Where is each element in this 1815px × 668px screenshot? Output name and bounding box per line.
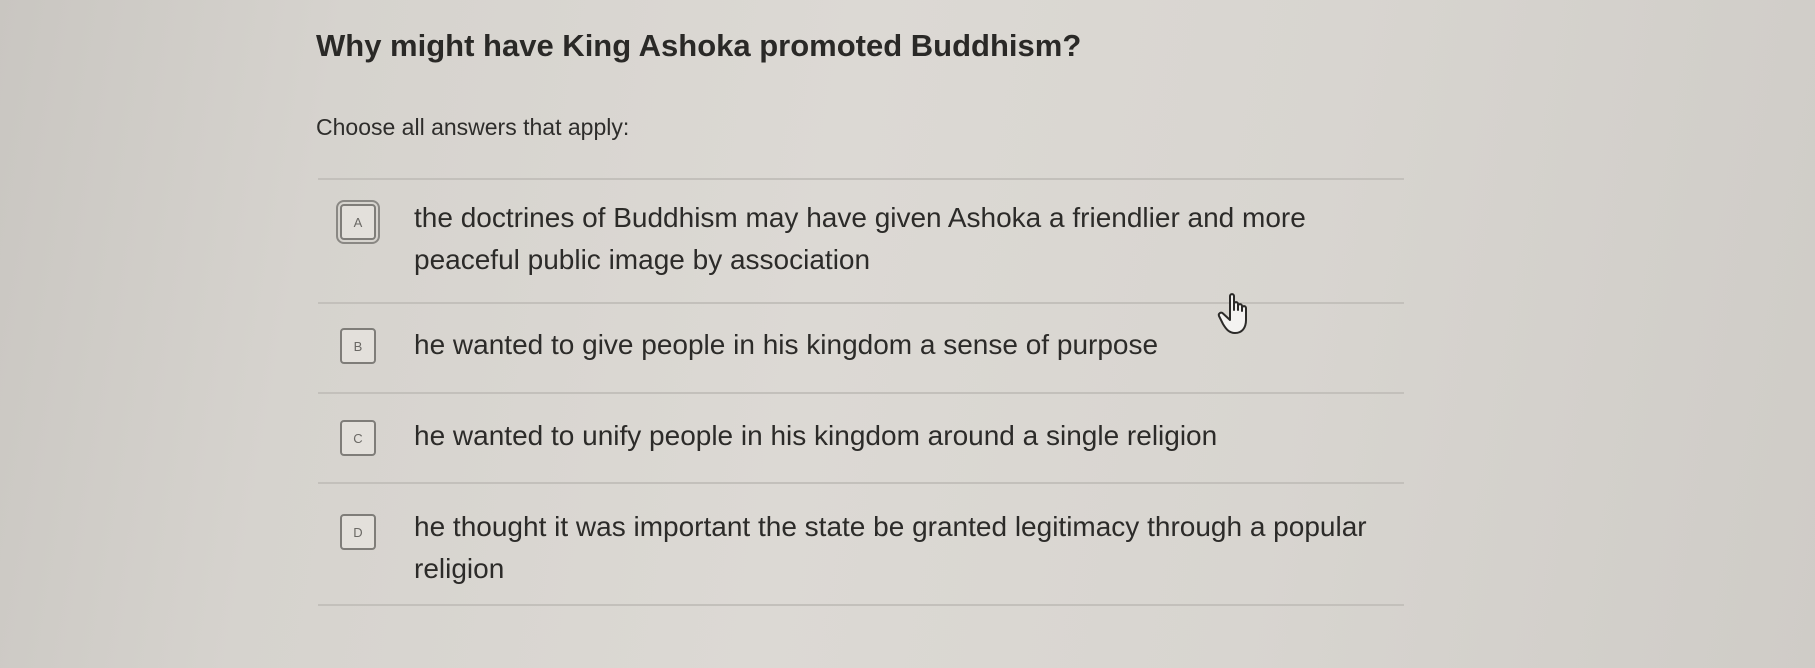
divider	[318, 604, 1404, 606]
choice-letter-b[interactable]: B	[340, 328, 376, 364]
choice-letter-a[interactable]: A	[336, 200, 380, 244]
hand-pointer-icon	[1217, 293, 1247, 334]
choice-letter-c[interactable]: C	[340, 420, 376, 456]
question-title: Why might have King Ashoka promoted Budd…	[316, 28, 1082, 63]
choice-text-a[interactable]: the doctrines of Buddhism may have given…	[414, 197, 1394, 281]
choice-a[interactable]: A the doctrines of Buddhism may have giv…	[318, 180, 1404, 302]
choice-text-c[interactable]: he wanted to unify people in his kingdom…	[414, 415, 1394, 457]
instruction-text: Choose all answers that apply:	[316, 114, 630, 140]
choice-text-d[interactable]: he thought it was important the state be…	[414, 506, 1394, 590]
choice-c[interactable]: C he wanted to unify people in his kingd…	[318, 394, 1404, 482]
choice-letter-d[interactable]: D	[340, 514, 376, 550]
choice-d[interactable]: D he thought it was important the state …	[318, 484, 1404, 604]
